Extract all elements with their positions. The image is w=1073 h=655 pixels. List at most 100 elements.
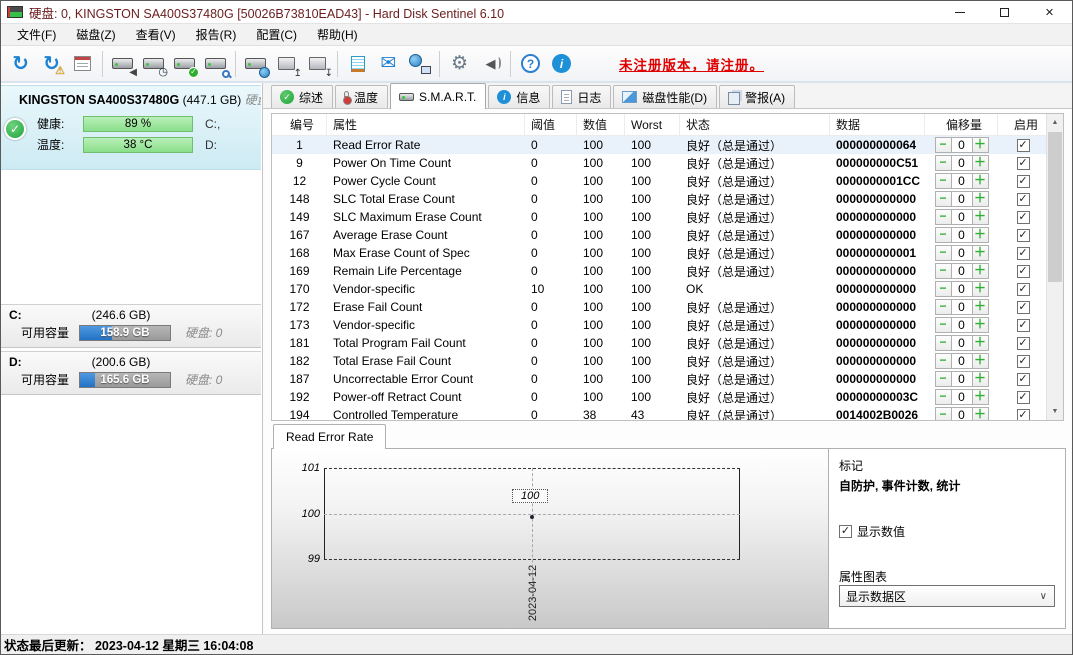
help-button[interactable]: ? <box>515 49 546 79</box>
col-offset[interactable]: 偏移量 <box>925 114 998 135</box>
offset-increase-button[interactable]: ＋ <box>972 371 989 387</box>
enabled-checkbox[interactable]: ✓ <box>1017 229 1030 242</box>
table-row[interactable]: 1 Read Error Rate 0 100 100 良好（总是通过） 000… <box>272 136 1063 154</box>
col-data[interactable]: 数据 <box>830 114 925 135</box>
offset-decrease-button[interactable]: − <box>935 389 952 405</box>
menu-disk[interactable]: 磁盘(Z) <box>66 24 125 45</box>
scrollbar-thumb[interactable] <box>1048 132 1062 282</box>
tab-information[interactable]: i信息 <box>488 85 550 108</box>
mail-button[interactable]: ✉ <box>373 49 404 79</box>
offset-decrease-button[interactable]: − <box>935 209 952 225</box>
enabled-checkbox[interactable]: ✓ <box>1017 391 1030 404</box>
enabled-checkbox[interactable]: ✓ <box>1017 355 1030 368</box>
enabled-checkbox[interactable]: ✓ <box>1017 373 1030 386</box>
offset-decrease-button[interactable]: − <box>935 155 952 171</box>
offset-decrease-button[interactable]: − <box>935 137 952 153</box>
col-threshold[interactable]: 阈值 <box>525 114 577 135</box>
volume-c-card[interactable]: C: (246.6 GB) 可用容量 158.9 GB 硬盘: 0 <box>1 304 261 348</box>
enabled-checkbox[interactable]: ✓ <box>1017 337 1030 350</box>
col-attribute[interactable]: 属性 <box>327 114 525 135</box>
show-values-checkbox[interactable]: ✓ <box>839 525 852 538</box>
table-row[interactable]: 192 Power-off Retract Count 0 100 100 良好… <box>272 388 1063 406</box>
offset-increase-button[interactable]: ＋ <box>972 137 989 153</box>
table-row[interactable]: 181 Total Program Fail Count 0 100 100 良… <box>272 334 1063 352</box>
attribute-chart-dropdown[interactable]: 显示数据区 ∨ <box>839 585 1055 607</box>
offset-increase-button[interactable]: ＋ <box>972 263 989 279</box>
offset-increase-button[interactable]: ＋ <box>972 389 989 405</box>
tab-temperature[interactable]: 温度 <box>335 85 388 108</box>
table-row[interactable]: 173 Vendor-specific 0 100 100 良好（总是通过） 0… <box>272 316 1063 334</box>
col-id[interactable]: 编号 <box>272 114 327 135</box>
disk-test-button[interactable]: ✓ <box>169 49 200 79</box>
table-row[interactable]: 182 Total Erase Fail Count 0 100 100 良好（… <box>272 352 1063 370</box>
offset-decrease-button[interactable]: − <box>935 335 952 351</box>
col-value[interactable]: 数值 <box>577 114 625 135</box>
settings-button[interactable]: ⚙ <box>444 49 475 79</box>
tab-alerts[interactable]: 警报(A) <box>719 85 795 108</box>
maximize-button[interactable] <box>982 1 1027 23</box>
table-row[interactable]: 194 Controlled Temperature 0 38 43 良好（总是… <box>272 406 1063 421</box>
offset-increase-button[interactable]: ＋ <box>972 335 989 351</box>
offset-decrease-button[interactable]: − <box>935 191 952 207</box>
menu-config[interactable]: 配置(C) <box>246 24 307 45</box>
register-link[interactable]: 未注册版本，请注册。 <box>619 54 764 74</box>
enabled-checkbox[interactable]: ✓ <box>1017 175 1030 188</box>
network-disk-button[interactable] <box>240 49 271 79</box>
tab-smart[interactable]: S.M.A.R.T. <box>390 83 486 109</box>
table-row[interactable]: 169 Remain Life Percentage 0 100 100 良好（… <box>272 262 1063 280</box>
offset-increase-button[interactable]: ＋ <box>972 407 989 421</box>
offset-decrease-button[interactable]: − <box>935 317 952 333</box>
disk-clock-button[interactable]: ◷ <box>138 49 169 79</box>
offset-decrease-button[interactable]: − <box>935 407 952 421</box>
table-row[interactable]: 149 SLC Maximum Erase Count 0 100 100 良好… <box>272 208 1063 226</box>
offset-decrease-button[interactable]: − <box>935 281 952 297</box>
menu-help[interactable]: 帮助(H) <box>307 24 368 45</box>
offset-increase-button[interactable]: ＋ <box>972 191 989 207</box>
offset-decrease-button[interactable]: − <box>935 173 952 189</box>
sound-button[interactable]: ◀ <box>475 49 506 79</box>
tab-log[interactable]: 日志 <box>552 85 611 108</box>
insert-disk-button[interactable]: ↧ <box>302 49 333 79</box>
report-button[interactable] <box>67 49 98 79</box>
enabled-checkbox[interactable]: ✓ <box>1017 157 1030 170</box>
notes-button[interactable] <box>342 49 373 79</box>
info-button[interactable]: i <box>546 49 577 79</box>
offset-increase-button[interactable]: ＋ <box>972 227 989 243</box>
tab-performance[interactable]: 磁盘性能(D) <box>613 85 717 108</box>
enabled-checkbox[interactable]: ✓ <box>1017 409 1030 422</box>
table-scrollbar[interactable]: ▲ ▼ <box>1046 114 1063 420</box>
table-row[interactable]: 170 Vendor-specific 10 100 100 OK 000000… <box>272 280 1063 298</box>
table-row[interactable]: 172 Erase Fail Count 0 100 100 良好（总是通过） … <box>272 298 1063 316</box>
offset-decrease-button[interactable]: − <box>935 263 952 279</box>
offset-decrease-button[interactable]: − <box>935 353 952 369</box>
show-values-option[interactable]: ✓ 显示数值 <box>839 523 905 540</box>
menu-report[interactable]: 报告(R) <box>186 24 247 45</box>
offset-increase-button[interactable]: ＋ <box>972 209 989 225</box>
tab-overview[interactable]: ✓综述 <box>271 85 333 108</box>
scroll-up-icon[interactable]: ▲ <box>1047 114 1063 131</box>
enabled-checkbox[interactable]: ✓ <box>1017 265 1030 278</box>
offset-increase-button[interactable]: ＋ <box>972 317 989 333</box>
enabled-checkbox[interactable]: ✓ <box>1017 301 1030 314</box>
remove-disk-button[interactable]: ↥ <box>271 49 302 79</box>
table-row[interactable]: 168 Max Erase Count of Spec 0 100 100 良好… <box>272 244 1063 262</box>
offset-decrease-button[interactable]: − <box>935 245 952 261</box>
table-row[interactable]: 9 Power On Time Count 0 100 100 良好（总是通过）… <box>272 154 1063 172</box>
enabled-checkbox[interactable]: ✓ <box>1017 283 1030 296</box>
enabled-checkbox[interactable]: ✓ <box>1017 247 1030 260</box>
col-enabled[interactable]: 启用 <box>998 114 1048 135</box>
offset-increase-button[interactable]: ＋ <box>972 353 989 369</box>
offset-increase-button[interactable]: ＋ <box>972 155 989 171</box>
network-button[interactable] <box>404 49 435 79</box>
enabled-checkbox[interactable]: ✓ <box>1017 193 1030 206</box>
col-status[interactable]: 状态 <box>680 114 830 135</box>
offset-increase-button[interactable]: ＋ <box>972 299 989 315</box>
menu-file[interactable]: 文件(F) <box>7 24 66 45</box>
offset-decrease-button[interactable]: − <box>935 371 952 387</box>
scroll-down-icon[interactable]: ▼ <box>1047 403 1063 420</box>
disk-summary-card[interactable]: KINGSTON SA400S37480G (447.1 GB) 硬盘 ✓ 健康… <box>1 85 261 170</box>
table-row[interactable]: 187 Uncorrectable Error Count 0 100 100 … <box>272 370 1063 388</box>
enabled-checkbox[interactable]: ✓ <box>1017 139 1030 152</box>
offset-increase-button[interactable]: ＋ <box>972 281 989 297</box>
table-row[interactable]: 148 SLC Total Erase Count 0 100 100 良好（总… <box>272 190 1063 208</box>
